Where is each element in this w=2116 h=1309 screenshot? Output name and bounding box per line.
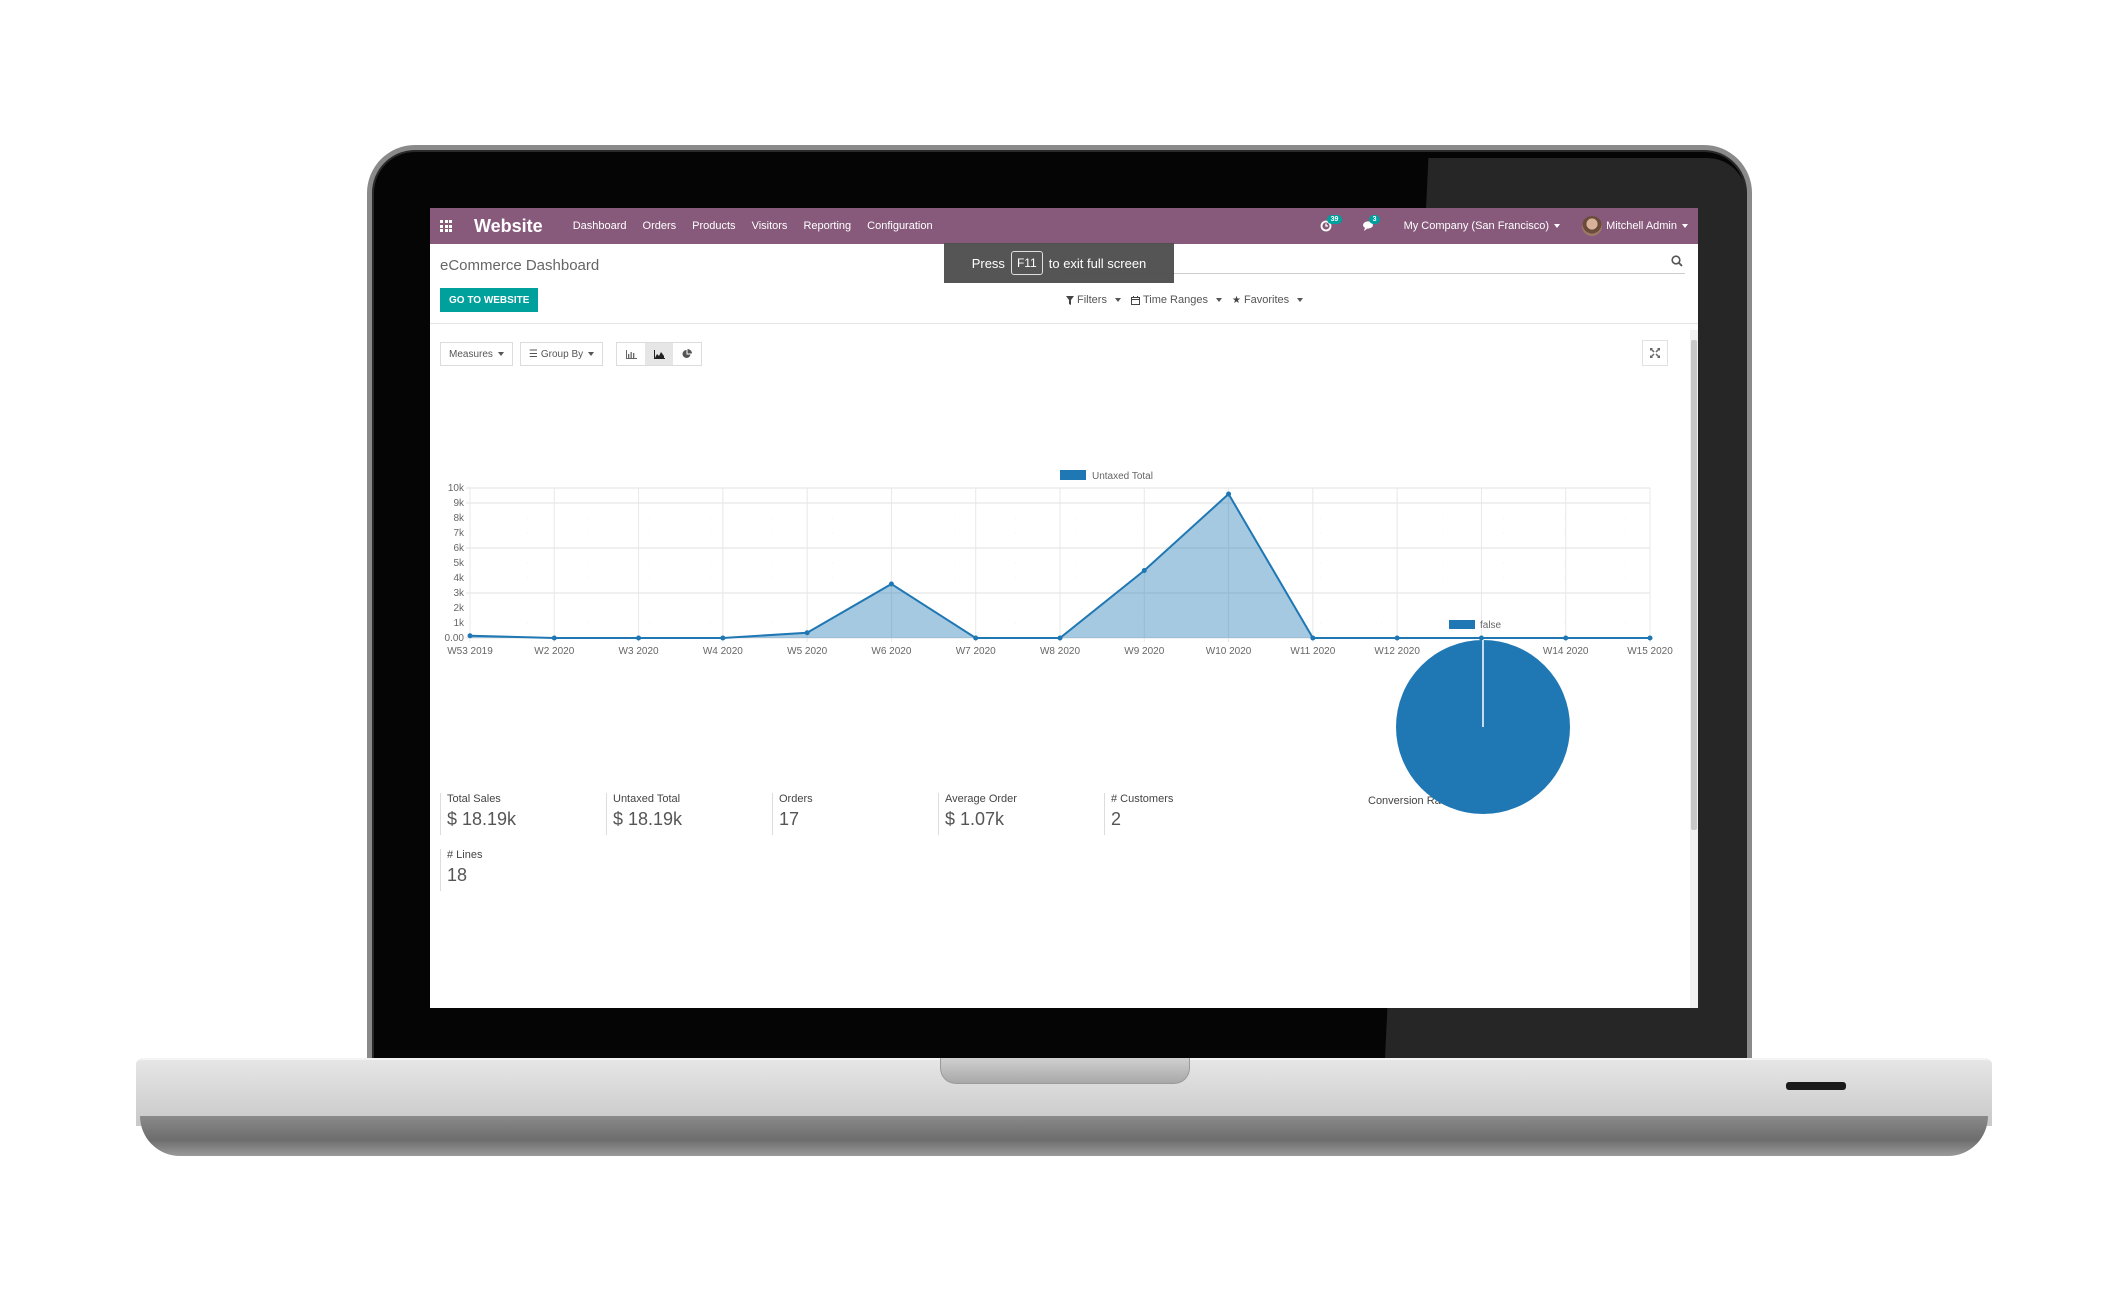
dashboard-content: Measures ☰ Group By Untaxed Total 0.00 1… [430, 325, 1698, 1008]
caret-down-icon [1215, 298, 1222, 302]
search-icon[interactable] [1671, 255, 1683, 267]
messages-badge: 3 [1368, 215, 1381, 224]
fullscreen-notice: Press F11 to exit full screen [944, 243, 1174, 283]
go-to-website-button[interactable]: GO TO WEBSITE [440, 288, 539, 312]
star-icon: ★ [1231, 294, 1241, 306]
menu-visitors[interactable]: Visitors [752, 220, 788, 232]
caret-down-icon [1682, 224, 1688, 228]
apps-menu-icon[interactable] [440, 220, 454, 232]
f11-key: F11 [1010, 251, 1043, 275]
top-navbar: Website Dashboard Orders Products Visito… [430, 208, 1698, 244]
favorites-dropdown[interactable]: ★ Favorites [1231, 294, 1304, 306]
favorites-label: Favorites [1243, 294, 1290, 306]
search-options: Filters Time Ranges ★ Favorites [1066, 294, 1304, 306]
scrollbar-thumb[interactable] [1691, 340, 1697, 830]
caret-down-icon [1297, 298, 1304, 302]
menu-configuration[interactable]: Configuration [867, 220, 932, 232]
time-ranges-dropdown[interactable]: Time Ranges [1130, 294, 1222, 306]
filters-label: Filters [1077, 294, 1107, 306]
fullscreen-suffix: to exit full screen [1048, 255, 1147, 271]
menu-orders[interactable]: Orders [643, 220, 677, 232]
pie-legend-label: false [1480, 620, 1502, 631]
scrollbar[interactable] [1690, 330, 1698, 1008]
filter-icon [1066, 295, 1074, 305]
caret-down-icon [1114, 298, 1121, 302]
laptop-indicator-light [1786, 1082, 1846, 1090]
calendar-icon [1130, 295, 1140, 305]
user-name: Mitchell Admin [1606, 220, 1677, 232]
company-switcher[interactable]: My Company (San Francisco) [1404, 220, 1561, 232]
app-title[interactable]: Website [474, 216, 543, 237]
menu-dashboard[interactable]: Dashboard [573, 220, 627, 232]
caret-down-icon [1554, 224, 1561, 229]
pie-chart: false [1396, 620, 1570, 814]
menu-products[interactable]: Products [692, 220, 735, 232]
main-menu: Dashboard Orders Products Visitors Repor… [573, 220, 933, 232]
menu-reporting[interactable]: Reporting [803, 220, 851, 232]
user-menu[interactable]: Mitchell Admin [1582, 216, 1688, 236]
avatar [1582, 216, 1603, 236]
laptop-mockup: Website Dashboard Orders Products Visito… [0, 0, 2116, 1309]
laptop-base-bottom [140, 1116, 1988, 1156]
time-ranges-label: Time Ranges [1142, 294, 1208, 306]
laptop-notch [940, 1058, 1190, 1084]
fullscreen-prefix: Press [971, 255, 1005, 271]
activity-badge: 39 [1326, 215, 1343, 224]
breadcrumb: eCommerce Dashboard [440, 257, 600, 274]
navbar-right: 39 3 My Company (San Francisco) Mitchell… [1318, 215, 1688, 236]
pie-legend-swatch [1449, 620, 1475, 629]
filters-dropdown[interactable]: Filters [1066, 294, 1121, 306]
screen: Website Dashboard Orders Products Visito… [430, 208, 1698, 1008]
company-name: My Company (San Francisco) [1403, 220, 1550, 232]
messages-button[interactable]: 3 [1360, 215, 1381, 234]
activity-button[interactable]: 39 [1318, 215, 1343, 234]
